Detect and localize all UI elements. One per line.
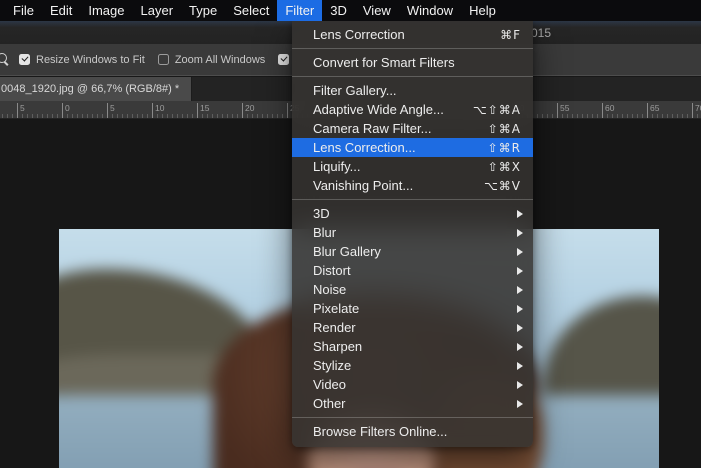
menu-item-camera-raw-filter[interactable]: Camera Raw Filter... ⇧⌘A: [292, 119, 533, 138]
ruler-tick-label: 10: [152, 103, 164, 118]
submenu-arrow-icon: [517, 267, 523, 275]
photoshop-window: 015 Resize Windows to FitZoom All Window…: [0, 0, 701, 468]
menu-separator: [292, 48, 533, 49]
menu-item-label: Blur Gallery: [313, 244, 517, 259]
ruler-tick-label: 70: [692, 103, 701, 118]
menubar-item-file[interactable]: File: [5, 0, 42, 21]
menu-item-distort[interactable]: Distort: [292, 261, 533, 280]
menubar-item-layer[interactable]: Layer: [133, 0, 182, 21]
menu-item-adaptive-wide-angle[interactable]: Adaptive Wide Angle... ⌥⇧⌘A: [292, 100, 533, 119]
menu-item-label: Noise: [313, 282, 517, 297]
submenu-arrow-icon: [517, 229, 523, 237]
option-resize-windows-to-fit[interactable]: Resize Windows to Fit: [19, 54, 145, 66]
menu-item-filter-gallery[interactable]: Filter Gallery...: [292, 81, 533, 100]
tool-options: Resize Windows to FitZoom All WindowsScr…: [0, 44, 296, 75]
submenu-arrow-icon: [517, 324, 523, 332]
submenu-arrow-icon: [517, 248, 523, 256]
checked-checkbox-icon[interactable]: [19, 54, 30, 65]
menu-item-label: Distort: [313, 263, 517, 278]
title-bar-text: 015: [531, 24, 551, 42]
menu-item-pixelate[interactable]: Pixelate: [292, 299, 533, 318]
menu-item-shortcut: ⇧⌘X: [488, 160, 521, 174]
menubar-item-type[interactable]: Type: [181, 0, 225, 21]
ruler-tick-label: 15: [197, 103, 209, 118]
menubar-item-edit[interactable]: Edit: [42, 0, 80, 21]
menu-item-shortcut: ⌥⇧⌘A: [473, 103, 521, 117]
menu-item-label: Vanishing Point...: [313, 178, 474, 193]
ruler-tick-label: 55: [557, 103, 569, 118]
menubar-item-3d[interactable]: 3D: [322, 0, 355, 21]
menu-item-blur[interactable]: Blur: [292, 223, 533, 242]
menu-item-shortcut: ⇧⌘R: [488, 141, 521, 155]
menubar-item-select[interactable]: Select: [225, 0, 277, 21]
menu-separator: [292, 199, 533, 200]
submenu-arrow-icon: [517, 305, 523, 313]
document-tab[interactable]: 0048_1920.jpg @ 66,7% (RGB/8#) *: [0, 77, 192, 101]
ruler-tick-label: 5: [17, 103, 25, 118]
option-label: Resize Windows to Fit: [36, 54, 145, 66]
ruler-tick-label: 20: [242, 103, 254, 118]
document-tab-title: 0048_1920.jpg @ 66,7% (RGB/8#) *: [1, 83, 179, 95]
menu-separator: [292, 76, 533, 77]
submenu-arrow-icon: [517, 362, 523, 370]
menubar-item-filter[interactable]: Filter: [277, 0, 322, 21]
submenu-arrow-icon: [517, 210, 523, 218]
menu-item-label: Render: [313, 320, 517, 335]
menu-item-label: Convert for Smart Filters: [313, 55, 521, 70]
menu-item-shortcut: ⌘F: [500, 28, 521, 42]
menu-item-sharpen[interactable]: Sharpen: [292, 337, 533, 356]
menu-item-shortcut: ⌥⌘V: [484, 179, 521, 193]
menu-item-vanishing-point[interactable]: Vanishing Point... ⌥⌘V: [292, 176, 533, 195]
submenu-arrow-icon: [517, 343, 523, 351]
menu-item-label: Stylize: [313, 358, 517, 373]
menu-item-label: Video: [313, 377, 517, 392]
menubar-item-window[interactable]: Window: [399, 0, 461, 21]
ruler-tick-label: 60: [602, 103, 614, 118]
menubar-item-help[interactable]: Help: [461, 0, 504, 21]
menu-item-3d[interactable]: 3D: [292, 204, 533, 223]
ruler-tick-label: 5: [107, 103, 115, 118]
menu-item-convert-for-smart-filters[interactable]: Convert for Smart Filters: [292, 53, 533, 72]
submenu-arrow-icon: [517, 400, 523, 408]
menu-item-label: Adaptive Wide Angle...: [313, 102, 463, 117]
menubar-item-image[interactable]: Image: [80, 0, 132, 21]
menu-item-label: Lens Correction...: [313, 140, 478, 155]
ruler-tick-label: 0: [62, 103, 70, 118]
menu-item-label: Blur: [313, 225, 517, 240]
menu-item-label: Liquify...: [313, 159, 478, 174]
menu-item-render[interactable]: Render: [292, 318, 533, 337]
menu-item-other[interactable]: Other: [292, 394, 533, 413]
menu-item-blur-gallery[interactable]: Blur Gallery: [292, 242, 533, 261]
menu-item-browse-filters-online[interactable]: Browse Filters Online...: [292, 422, 533, 441]
menu-item-label: Camera Raw Filter...: [313, 121, 478, 136]
menu-item-video[interactable]: Video: [292, 375, 533, 394]
menu-item-label: Pixelate: [313, 301, 517, 316]
menu-item-shortcut: ⇧⌘A: [488, 122, 521, 136]
menu-item-noise[interactable]: Noise: [292, 280, 533, 299]
menu-item-lens-correction[interactable]: Lens Correction... ⇧⌘R: [292, 138, 533, 157]
menu-separator: [292, 417, 533, 418]
menu-item-stylize[interactable]: Stylize: [292, 356, 533, 375]
ruler-tick-label: 65: [647, 103, 659, 118]
checked-checkbox-icon[interactable]: [278, 54, 289, 65]
menu-bar: FileEditImageLayerTypeSelectFilter3DView…: [0, 0, 701, 21]
menu-item-label: Lens Correction: [313, 27, 490, 42]
menu-item-label: Filter Gallery...: [313, 83, 521, 98]
option-label: Zoom All Windows: [175, 54, 265, 66]
menu-item-label: Other: [313, 396, 517, 411]
submenu-arrow-icon: [517, 381, 523, 389]
menubar-item-view[interactable]: View: [355, 0, 399, 21]
unchecked-checkbox-icon[interactable]: [158, 54, 169, 65]
menu-item-label: 3D: [313, 206, 517, 221]
filter-menu: Lens Correction ⌘F Convert for Smart Filte…: [292, 21, 533, 447]
menu-item-label: Sharpen: [313, 339, 517, 354]
menu-item-label: Browse Filters Online...: [313, 424, 521, 439]
menu-item-lens-correction[interactable]: Lens Correction ⌘F: [292, 25, 533, 44]
submenu-arrow-icon: [517, 286, 523, 294]
zoom-tool-icon: [0, 53, 10, 67]
option-zoom-all-windows[interactable]: Zoom All Windows: [158, 54, 265, 66]
menu-item-liquify[interactable]: Liquify... ⇧⌘X: [292, 157, 533, 176]
